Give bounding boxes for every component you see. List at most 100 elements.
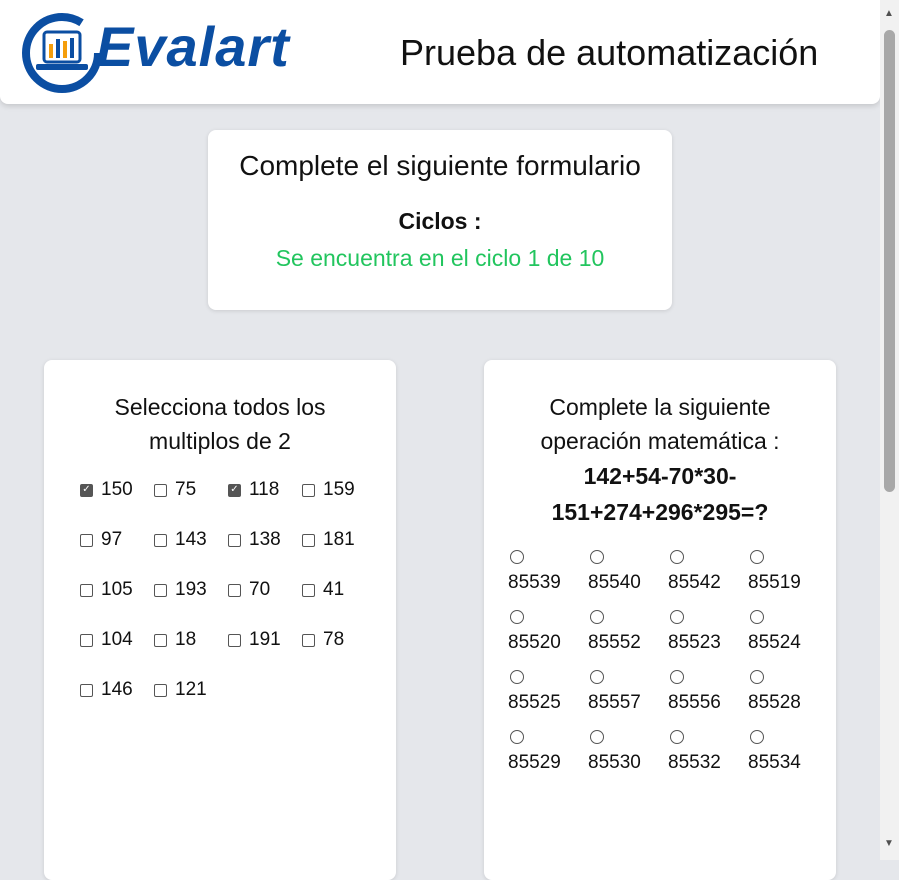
answer-option[interactable]: 85532 <box>668 730 748 774</box>
multiple-option[interactable]: 75 <box>154 478 228 502</box>
scroll-down-icon[interactable]: ▼ <box>884 838 894 849</box>
math-options: 85539 85540 85542 85519 85520 85552 85523 85524… <box>508 550 828 774</box>
multiple-option[interactable]: 159 <box>302 478 376 502</box>
multiple-option[interactable]: 191 <box>228 628 302 652</box>
multiple-option[interactable]: 70 <box>228 578 302 602</box>
multiple-option-label: 104 <box>101 629 133 650</box>
multiple-option-label: 78 <box>323 629 345 650</box>
multiple-option-label: 146 <box>101 679 133 700</box>
multiple-option[interactable]: ✓ 150 <box>80 478 154 502</box>
checkbox[interactable] <box>80 583 93 597</box>
multiple-option-label: 191 <box>249 629 281 650</box>
math-question: Complete la siguiente operación matemáti… <box>540 394 780 454</box>
radio-button[interactable] <box>670 730 684 744</box>
answer-option[interactable]: 85525 <box>508 670 588 714</box>
checkbox[interactable] <box>302 633 315 647</box>
answer-option-label: 85552 <box>588 632 641 653</box>
math-operation: 142+54-70*30-151+274+296*295=? <box>551 463 769 525</box>
multiples-card: Selecciona todos los multiplos de 2 ✓ 150… <box>44 360 396 880</box>
form-heading: Complete el siguiente formulario <box>239 150 641 181</box>
scroll-up-icon[interactable]: ▲ <box>884 8 894 19</box>
multiple-option-label: 105 <box>101 579 133 600</box>
checkbox[interactable] <box>154 633 167 647</box>
checkbox[interactable] <box>154 683 167 697</box>
multiple-option[interactable]: 181 <box>302 528 376 552</box>
multiple-option-label: 150 <box>101 479 133 500</box>
answer-option[interactable]: 85540 <box>588 550 668 594</box>
answer-option[interactable]: 85557 <box>588 670 668 714</box>
radio-button[interactable] <box>590 610 604 624</box>
radio-button[interactable] <box>590 550 604 564</box>
checkbox-checked[interactable]: ✓ <box>228 483 241 497</box>
radio-button[interactable] <box>750 730 764 744</box>
cycle-status: Se encuentra en el ciclo 1 de 10 <box>275 245 605 271</box>
radio-button[interactable] <box>670 550 684 564</box>
checkbox[interactable] <box>80 633 93 647</box>
checkbox[interactable] <box>228 633 241 647</box>
checkbox[interactable] <box>228 583 241 597</box>
checkbox[interactable] <box>302 483 315 497</box>
checkbox[interactable] <box>80 683 93 697</box>
radio-button[interactable] <box>750 670 764 684</box>
answer-option[interactable]: 85539 <box>508 550 588 594</box>
answer-option-label: 85525 <box>508 692 561 713</box>
checkbox[interactable] <box>302 583 315 597</box>
answer-option[interactable]: 85529 <box>508 730 588 774</box>
multiple-option[interactable]: 41 <box>302 578 376 602</box>
radio-button[interactable] <box>670 610 684 624</box>
radio-button[interactable] <box>510 670 524 684</box>
multiple-option[interactable]: 143 <box>154 528 228 552</box>
checkbox-checked[interactable]: ✓ <box>80 483 93 497</box>
multiple-option[interactable]: 146 <box>80 678 154 702</box>
multiple-option[interactable]: 18 <box>154 628 228 652</box>
math-card: Complete la siguiente operación matemáti… <box>484 360 836 880</box>
answer-option-label: 85540 <box>588 572 641 593</box>
answer-option[interactable]: 85542 <box>668 550 748 594</box>
answer-option[interactable]: 85519 <box>748 550 828 594</box>
answer-option-label: 85523 <box>668 632 721 653</box>
radio-button[interactable] <box>750 610 764 624</box>
multiple-option[interactable]: 97 <box>80 528 154 552</box>
multiple-option-label: 121 <box>175 679 207 700</box>
radio-button[interactable] <box>750 550 764 564</box>
answer-option[interactable]: 85528 <box>748 670 828 714</box>
radio-button[interactable] <box>670 670 684 684</box>
multiple-option-label: 181 <box>323 529 355 550</box>
checkbox[interactable] <box>302 533 315 547</box>
radio-button[interactable] <box>510 730 524 744</box>
radio-button[interactable] <box>590 670 604 684</box>
multiple-option[interactable]: 121 <box>154 678 228 702</box>
multiple-option-label: 70 <box>249 579 271 600</box>
answer-option-label: 85542 <box>668 572 721 593</box>
logo-icon <box>22 13 102 93</box>
answer-option[interactable]: 85552 <box>588 610 668 654</box>
checkbox[interactable] <box>154 583 167 597</box>
answer-option[interactable]: 85534 <box>748 730 828 774</box>
answer-option-label: 85557 <box>588 692 641 713</box>
scrollbar-thumb[interactable] <box>884 30 895 492</box>
multiple-option[interactable]: 104 <box>80 628 154 652</box>
answer-option-label: 85520 <box>508 632 561 653</box>
radio-button[interactable] <box>510 550 524 564</box>
checkbox[interactable] <box>154 533 167 547</box>
checkbox[interactable] <box>80 533 93 547</box>
multiples-options: ✓ 150 75 ✓ 118 159 97 143 138 181 105 193 70 41 104 18 1… <box>80 478 380 702</box>
answer-option[interactable]: 85524 <box>748 610 828 654</box>
multiple-option[interactable]: 105 <box>80 578 154 602</box>
multiple-option[interactable]: 138 <box>228 528 302 552</box>
answer-option[interactable]: 85556 <box>668 670 748 714</box>
radio-button[interactable] <box>590 730 604 744</box>
answer-option[interactable]: 85520 <box>508 610 588 654</box>
multiple-option[interactable]: ✓ 118 <box>228 478 302 502</box>
checkbox[interactable] <box>154 483 167 497</box>
page-scrollbar[interactable]: ▲ ▼ <box>880 0 899 860</box>
answer-option[interactable]: 85523 <box>668 610 748 654</box>
multiple-option[interactable]: 78 <box>302 628 376 652</box>
radio-button[interactable] <box>510 610 524 624</box>
answer-option[interactable]: 85530 <box>588 730 668 774</box>
multiple-option[interactable]: 193 <box>154 578 228 602</box>
logo-wordmark: Evalart <box>96 15 290 78</box>
checkbox[interactable] <box>228 533 241 547</box>
header: Evalart Prueba de automatización <box>0 0 880 104</box>
answer-option-label: 85519 <box>748 572 801 593</box>
